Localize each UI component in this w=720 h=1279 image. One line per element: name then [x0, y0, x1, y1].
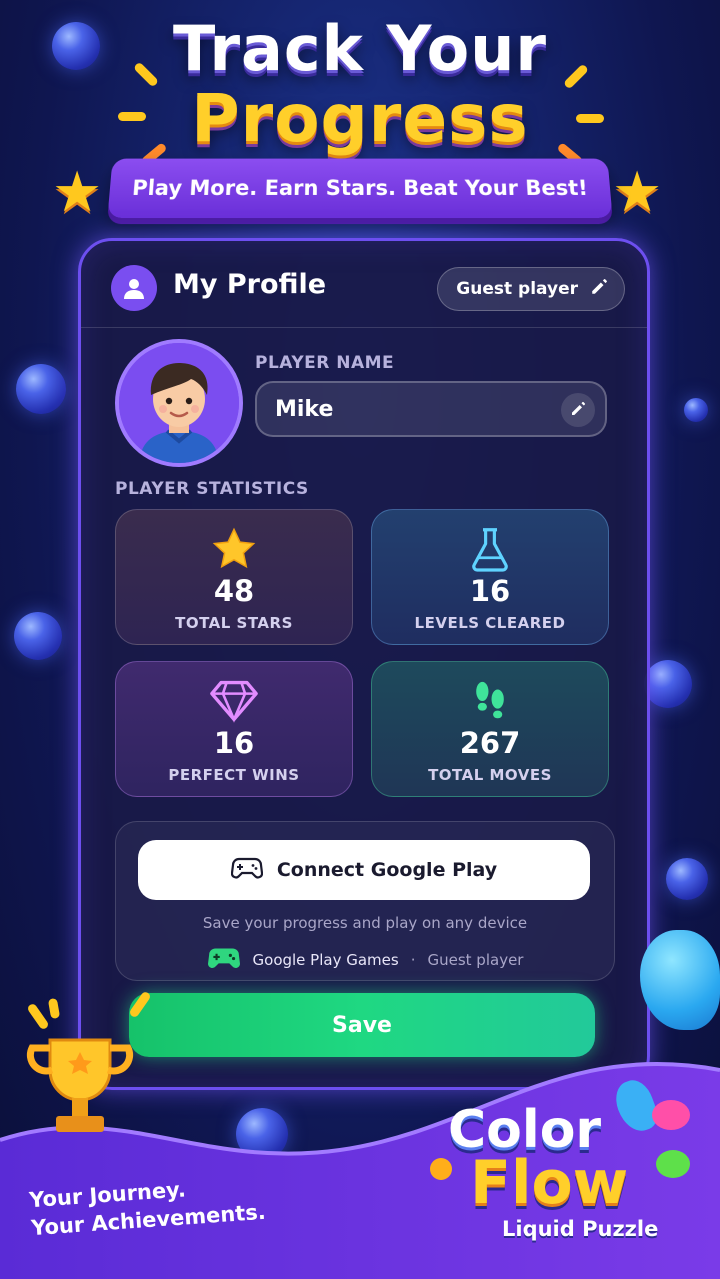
avatar[interactable]: [115, 339, 243, 467]
edit-name-button[interactable]: [561, 393, 595, 427]
headline-line-1: Track Your: [173, 12, 547, 85]
stat-card-perfect-wins: 16 PERFECT WINS: [115, 661, 353, 797]
connect-google-play-button[interactable]: Connect Google Play: [138, 840, 590, 900]
google-play-section: Connect Google Play Save your progress a…: [115, 821, 615, 981]
gamepad-icon: [230, 857, 263, 884]
pencil-icon: [590, 278, 608, 301]
star-icon: ★: [612, 160, 663, 225]
tagline-ribbon: Play More. Earn Stars. Beat Your Best!: [107, 158, 613, 219]
game-logo-flow: Flow: [470, 1148, 629, 1218]
trophy-icon: [20, 1010, 140, 1150]
player-statistics-label: PLAYER STATISTICS: [115, 479, 309, 499]
panel-header: My Profile Guest player: [81, 241, 647, 328]
user-icon: [111, 265, 157, 311]
gamepad-icon: [207, 946, 241, 974]
paint-splash-decoration: [652, 1100, 690, 1130]
footprints-icon: [372, 676, 608, 726]
panel-title: My Profile: [173, 269, 327, 300]
paint-splash-decoration: [656, 1150, 690, 1178]
bubble-decoration: [644, 660, 692, 708]
bubble-decoration: [684, 398, 708, 422]
flask-icon: [372, 524, 608, 574]
stat-value: 267: [459, 726, 521, 760]
google-play-status: Google Play Games · Guest player: [116, 946, 614, 974]
connect-google-play-label: Connect Google Play: [276, 859, 498, 881]
stat-label: LEVELS CLEARED: [414, 614, 566, 632]
stat-label: TOTAL STARS: [175, 614, 293, 632]
stat-value: 16: [213, 726, 255, 760]
headline-line-2: Progress: [191, 80, 529, 157]
player-name-label: PLAYER NAME: [255, 353, 395, 373]
player-name-field[interactable]: Mike: [255, 381, 607, 437]
stat-card-total-stars: 48 TOTAL STARS: [115, 509, 353, 645]
google-play-service-name: Google Play Games: [252, 951, 399, 969]
player-name-value: Mike: [275, 396, 334, 422]
guest-player-chip[interactable]: Guest player: [437, 267, 625, 311]
paint-splash-decoration: [640, 930, 720, 1030]
bubble-decoration: [666, 858, 708, 900]
chip-label: Guest player: [456, 279, 578, 299]
google-play-subtitle: Save your progress and play on any devic…: [202, 914, 528, 932]
google-play-status-text: Guest player: [427, 951, 524, 969]
star-icon: [116, 524, 352, 574]
stat-card-levels-cleared: 16 LEVELS CLEARED: [371, 509, 609, 645]
pencil-icon: [570, 398, 586, 423]
stat-value: 48: [213, 574, 255, 608]
status-separator: ·: [410, 951, 416, 969]
profile-panel: My Profile Guest player PLAYER NAME Mike: [78, 238, 650, 1090]
stat-label: TOTAL MOVES: [428, 766, 552, 784]
bubble-decoration: [16, 364, 66, 414]
diamond-icon: [116, 676, 352, 726]
game-logo-subtitle: Liquid Puzzle: [502, 1217, 659, 1241]
bubble-decoration: [14, 612, 62, 660]
stat-card-total-moves: 267 TOTAL MOVES: [371, 661, 609, 797]
star-icon: ★: [52, 160, 103, 225]
stat-value: 16: [469, 574, 511, 608]
stat-label: PERFECT WINS: [168, 766, 300, 784]
paint-splash-decoration: [430, 1158, 452, 1180]
